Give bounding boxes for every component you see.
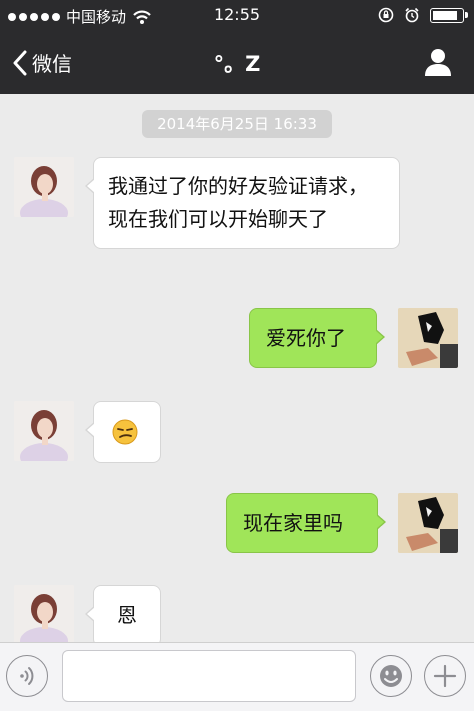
- timestamp-label: 2014年6月25日 16:33: [142, 110, 332, 138]
- message-bubble[interactable]: 恩: [85, 585, 161, 642]
- plus-icon: [433, 664, 456, 687]
- my-avatar[interactable]: [398, 308, 458, 368]
- emoji-icon: [379, 664, 402, 687]
- contact-avatar[interactable]: [14, 585, 74, 642]
- message-text: 恩: [117, 603, 137, 627]
- battery-icon: [430, 7, 468, 23]
- more-button[interactable]: [424, 655, 466, 697]
- profile-icon[interactable]: [422, 46, 454, 78]
- message-input[interactable]: [62, 650, 356, 702]
- contact-avatar[interactable]: [14, 157, 74, 217]
- message-bubble[interactable]: 我通过了你的好友验证请求，现在我们可以开始聊天了: [85, 157, 400, 249]
- message-bubble[interactable]: [85, 401, 161, 463]
- voice-button[interactable]: [6, 655, 48, 697]
- contact-avatar[interactable]: [14, 401, 74, 461]
- back-button[interactable]: 微信: [12, 48, 72, 77]
- status-bar: 中国移动 12:55: [0, 0, 474, 32]
- alarm-icon: [405, 7, 419, 23]
- message-bubble[interactable]: 现在家里吗: [226, 493, 386, 553]
- chat-area[interactable]: 2014年6月25日 16:33 我通过了你的好友验证请求，现在我们可以开始聊天…: [0, 94, 474, 642]
- input-bar: [0, 642, 474, 711]
- message-text: 爱死你了: [266, 326, 346, 350]
- message-text: 现在家里吗: [243, 511, 343, 535]
- back-chevron-icon: [13, 50, 27, 75]
- status-right: [378, 7, 468, 23]
- rotation-lock-icon: [378, 7, 394, 23]
- message-text: 我通过了你的好友验证请求，现在我们可以开始聊天了: [108, 174, 368, 231]
- message-bubble[interactable]: 爱死你了: [249, 308, 385, 368]
- nav-bar: 微信 °。Z: [0, 32, 474, 94]
- back-label: 微信: [32, 52, 72, 76]
- emoji-button[interactable]: [370, 655, 412, 697]
- smirk-emoji-icon: [112, 419, 138, 445]
- voice-icon: [19, 666, 33, 685]
- my-avatar[interactable]: [398, 493, 458, 553]
